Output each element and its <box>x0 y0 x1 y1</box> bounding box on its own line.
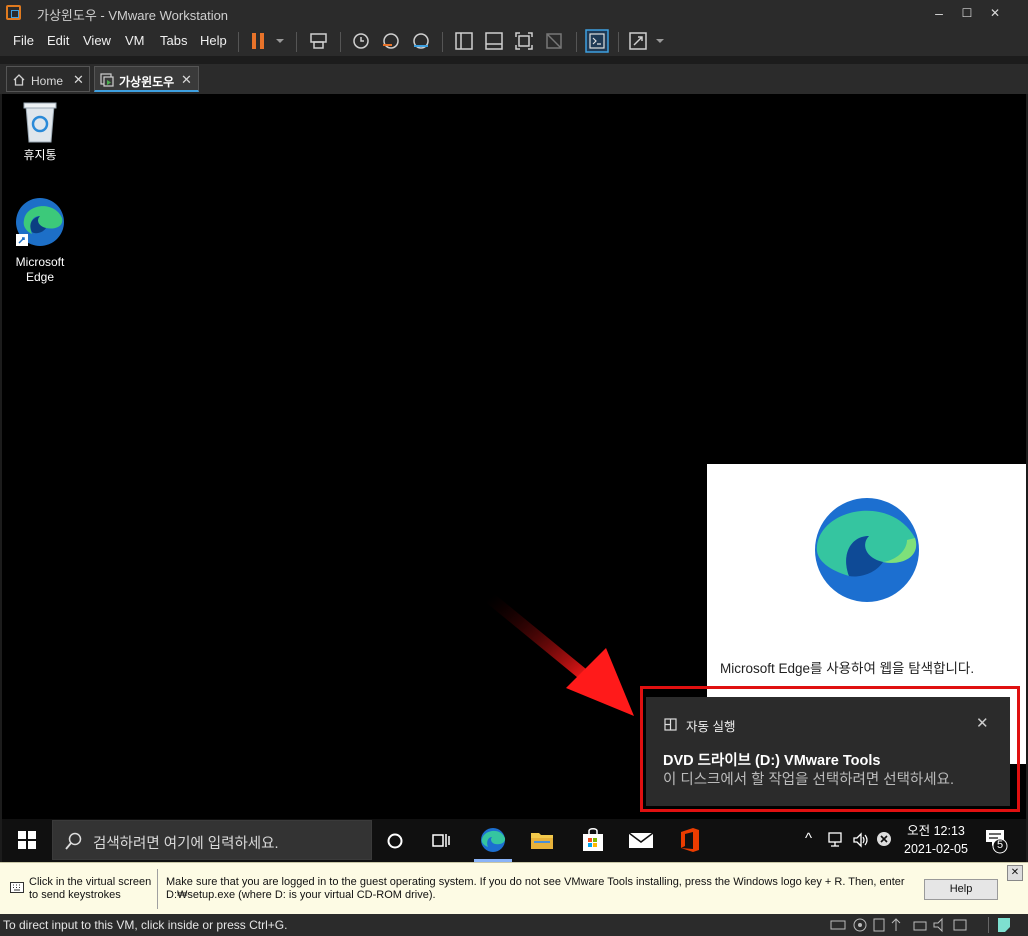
taskbar-clock[interactable]: 오전 12:13 2021-02-05 <box>898 822 974 858</box>
notification-count-badge: 5 <box>997 839 1004 851</box>
pause-icon[interactable] <box>250 31 286 51</box>
menu-view[interactable]: View <box>83 33 111 48</box>
error-status-icon[interactable] <box>876 831 892 847</box>
edge-promo-message: Microsoft Edge를 사용하여 웹을 탐색합니다. <box>720 661 975 676</box>
file-explorer-icon[interactable] <box>530 829 554 851</box>
status-text: To direct input to this VM, click inside… <box>3 918 288 932</box>
device-status-icons[interactable] <box>830 917 980 933</box>
full-screen-icon[interactable] <box>514 31 534 51</box>
toolbar-separator <box>576 32 577 52</box>
status-bar: To direct input to this VM, click inside… <box>0 914 1028 936</box>
menu-help[interactable]: Help <box>200 33 227 48</box>
hint-main-text: Make sure that you are logged in to the … <box>166 876 916 902</box>
hint-main-line1: Make sure that you are logged in to the … <box>166 876 905 888</box>
vm-tab-icon <box>100 73 114 87</box>
edge-shortcut[interactable]: Microsoft Edge <box>8 196 72 285</box>
edge-label-line1: Microsoft <box>15 255 65 269</box>
toolbar-separator <box>618 32 619 52</box>
hint-close-button[interactable]: ✕ <box>1007 865 1023 881</box>
menu-edit[interactable]: Edit <box>47 33 69 48</box>
windows-taskbar: 검색하려면 여기에 입력하세요. ^ 오전 12:13 2021-02-05 5 <box>2 819 1026 862</box>
toolbar-separator <box>296 32 297 52</box>
toolbar-separator <box>238 32 239 52</box>
edge-label-line2: Edge <box>25 270 55 284</box>
search-icon <box>65 832 82 850</box>
hint-left-line1: Click in the virtual screen <box>29 876 152 888</box>
hint-divider <box>157 869 158 909</box>
tab-vm-label: 가상윈도우 <box>119 75 175 89</box>
tab-home[interactable]: Home ✕ <box>6 66 90 92</box>
minimize-button[interactable]: – <box>928 3 950 23</box>
network-icon[interactable] <box>828 831 846 849</box>
title-bar: 가상윈도우 - VMware Workstation – ☐ ✕ <box>0 0 1028 26</box>
recycle-bin-shortcut[interactable]: 휴지통 <box>8 100 72 163</box>
tab-bar: Home ✕ 가상윈도우 ✕ <box>0 64 1028 94</box>
recycle-bin-icon <box>23 102 57 143</box>
recycle-bin-label: 휴지통 <box>23 148 57 162</box>
menu-tabs[interactable]: Tabs <box>160 33 187 48</box>
microsoft-store-icon[interactable] <box>581 827 605 853</box>
vmware-tools-hint-bar: Click in the virtual screen to send keys… <box>0 862 1028 915</box>
keyboard-icon <box>10 882 24 893</box>
status-divider <box>988 917 989 933</box>
menu-file[interactable]: File <box>13 33 34 48</box>
toolbar-separator <box>442 32 443 52</box>
edge-icon <box>16 198 64 246</box>
clock-date: 2021-02-05 <box>904 842 968 856</box>
send-ctrl-alt-del-icon[interactable] <box>308 31 330 51</box>
stretch-guest-icon[interactable] <box>628 31 668 51</box>
home-icon <box>13 74 25 86</box>
snapshot-manager-icon[interactable] <box>410 31 432 51</box>
tab-home-close-button[interactable]: ✕ <box>73 72 84 88</box>
vmware-app-icon <box>6 5 21 20</box>
hint-main-line2: D:₩setup.exe (where D: is your virtual C… <box>166 889 436 901</box>
menu-vm[interactable]: VM <box>125 33 145 48</box>
thumbnail-bar-icon[interactable] <box>484 31 504 51</box>
message-log-icon[interactable] <box>996 917 1012 933</box>
windows-start-icon[interactable] <box>18 831 36 849</box>
clock-time: 오전 12:13 <box>907 824 965 838</box>
snapshot-icon[interactable] <box>350 31 372 51</box>
search-placeholder: 검색하려면 여기에 입력하세요. <box>93 836 279 852</box>
volume-icon[interactable] <box>852 831 870 849</box>
window-title: 가상윈도우 - VMware Workstation <box>37 8 229 23</box>
unity-icon[interactable] <box>544 31 564 51</box>
taskbar-search-box[interactable]: 검색하려면 여기에 입력하세요. <box>52 820 372 860</box>
edge-logo-icon <box>815 498 919 602</box>
tab-vm-close-button[interactable]: ✕ <box>181 72 192 88</box>
toolbar-separator <box>340 32 341 52</box>
tab-home-label: Home <box>31 74 64 88</box>
maximize-button[interactable]: ☐ <box>956 3 978 23</box>
hint-left-line2: to send keystrokes <box>29 889 121 901</box>
revert-snapshot-icon[interactable] <box>380 31 402 51</box>
notification-center-icon[interactable] <box>984 828 1008 854</box>
console-view-icon[interactable] <box>585 29 609 53</box>
task-view-icon[interactable] <box>432 831 452 849</box>
show-library-icon[interactable] <box>454 31 474 51</box>
mail-icon[interactable] <box>628 832 654 849</box>
tray-show-hidden-icons[interactable]: ^ <box>805 830 812 847</box>
help-button[interactable]: Help <box>924 879 998 900</box>
close-window-button[interactable]: ✕ <box>984 3 1006 23</box>
red-arrow-annotation <box>484 592 634 716</box>
vm-screen[interactable]: 휴지통 Microsoft Edge Microsoft Edge를 사용하여 … <box>2 94 1026 862</box>
office-icon[interactable] <box>679 827 701 853</box>
hint-keystroke-text: Click in the virtual screen to send keys… <box>29 876 151 902</box>
highlight-box-annotation <box>640 686 1020 812</box>
tab-vm[interactable]: 가상윈도우 ✕ <box>94 66 199 92</box>
cortana-icon[interactable] <box>386 832 404 850</box>
taskbar-edge-icon[interactable] <box>480 827 506 853</box>
